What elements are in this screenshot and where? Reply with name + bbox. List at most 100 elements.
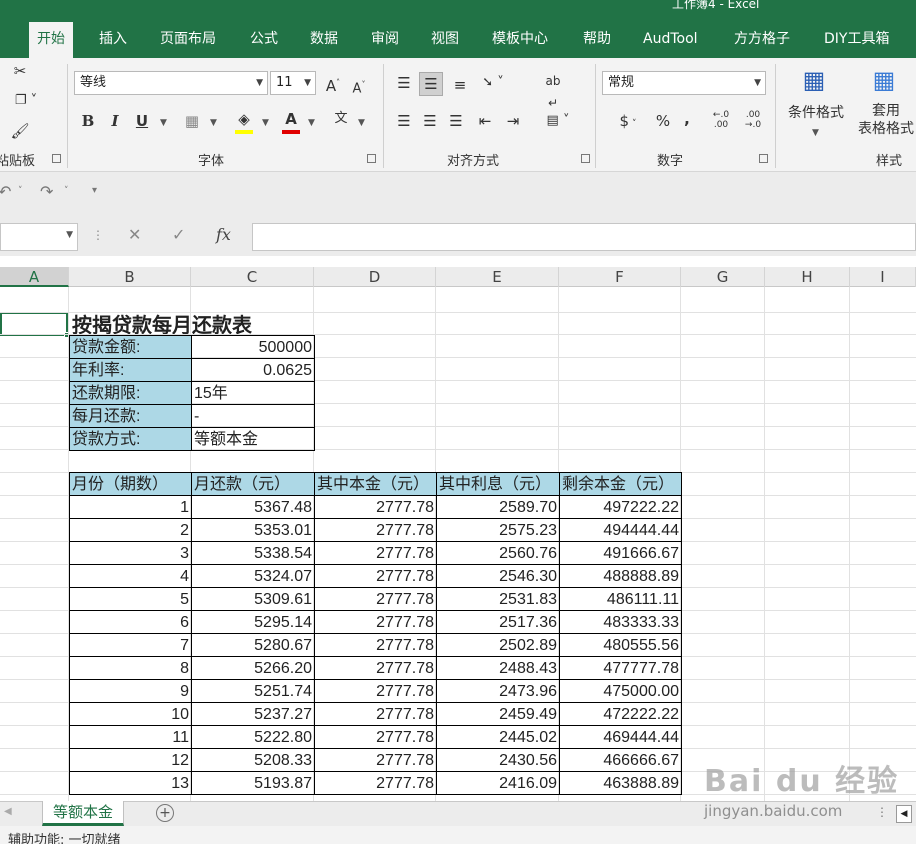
table-cell[interactable]: 2575.23 — [436, 518, 560, 542]
tab-scroll-left-icon[interactable]: ◀ — [4, 806, 12, 817]
info-label[interactable]: 贷款方式: — [69, 427, 192, 451]
cell-area[interactable]: 按揭贷款每月还款表 贷款金额: 500000 年利率: 0.0625 还款期限: 15年每… — [0, 287, 916, 801]
table-cell[interactable]: 2445.02 — [436, 725, 560, 749]
table-cell[interactable]: 2777.78 — [314, 679, 437, 703]
info-label[interactable]: 每月还款: — [69, 404, 192, 428]
table-cell[interactable]: 9 — [69, 679, 192, 703]
table-cell[interactable]: 2502.89 — [436, 633, 560, 657]
align-launcher-icon[interactable] — [581, 154, 590, 163]
phonetic-button[interactable]: 文 — [330, 108, 352, 130]
align-left-icon[interactable]: ☰ — [393, 110, 415, 132]
percent-button[interactable]: % — [652, 110, 674, 132]
name-box[interactable]: ▼ — [0, 223, 78, 251]
sheet-tab-active[interactable]: 等额本金 — [42, 801, 125, 826]
column-header-c[interactable]: C — [191, 267, 314, 287]
accessibility-status[interactable]: 辅助功能: 一切就绪 — [8, 829, 121, 844]
table-cell[interactable]: 2777.78 — [314, 518, 437, 542]
column-header-b[interactable]: B — [69, 267, 191, 287]
cancel-icon[interactable]: ✕ — [128, 225, 141, 244]
table-cell[interactable]: 2777.78 — [314, 702, 437, 726]
info-value[interactable]: 0.0625 — [191, 358, 315, 382]
column-header-h[interactable]: H — [765, 267, 850, 287]
italic-button[interactable]: I — [106, 110, 124, 132]
column-header-f[interactable]: F — [559, 267, 681, 287]
fill-color-icon[interactable]: ◈ — [232, 108, 256, 134]
table-cell[interactable]: 486111.11 — [559, 587, 682, 611]
table-cell[interactable]: 2560.76 — [436, 541, 560, 565]
chevron-down-icon[interactable]: ˅ — [64, 186, 69, 196]
conditional-format-button[interactable]: 条件格式 — [784, 102, 848, 124]
table-cell[interactable]: 2777.78 — [314, 610, 437, 634]
chevron-down-icon[interactable]: ▼ — [358, 118, 365, 128]
table-cell[interactable]: 2777.78 — [314, 725, 437, 749]
copy-icon[interactable]: ❐ ˅ — [8, 90, 44, 112]
table-format-icon[interactable]: ▦ — [868, 64, 900, 96]
table-cell[interactable]: 2777.78 — [314, 633, 437, 657]
table-cell[interactable]: 2430.56 — [436, 748, 560, 772]
table-cell[interactable]: 5338.54 — [191, 541, 315, 565]
table-cell[interactable]: 3 — [69, 541, 192, 565]
table-cell[interactable]: 2517.36 — [436, 610, 560, 634]
table-cell[interactable]: 5193.87 — [191, 771, 315, 795]
table-header[interactable]: 月还款（元） — [191, 472, 315, 496]
table-cell[interactable]: 463888.89 — [559, 771, 682, 795]
redo-icon[interactable]: ↷ — [40, 182, 53, 201]
chevron-down-icon[interactable]: ▼ — [160, 118, 167, 128]
table-cell[interactable]: 6 — [69, 610, 192, 634]
table-cell[interactable]: 5 — [69, 587, 192, 611]
table-cell[interactable]: 2777.78 — [314, 541, 437, 565]
table-header[interactable]: 剩余本金（元） — [559, 472, 682, 496]
table-cell[interactable]: 11 — [69, 725, 192, 749]
chevron-down-icon[interactable]: ▼ — [262, 118, 269, 128]
increase-indent-icon[interactable]: ⇥ — [502, 110, 524, 132]
table-cell[interactable]: 5251.74 — [191, 679, 315, 703]
table-cell[interactable]: 5237.27 — [191, 702, 315, 726]
decrease-font-button[interactable]: A˅ — [348, 74, 370, 100]
table-cell[interactable]: 483333.33 — [559, 610, 682, 634]
column-header-g[interactable]: G — [681, 267, 765, 287]
table-cell[interactable]: 5280.67 — [191, 633, 315, 657]
table-cell[interactable]: 12 — [69, 748, 192, 772]
align-top-icon[interactable]: ☰ — [393, 72, 415, 94]
column-header-e[interactable]: E — [436, 267, 559, 287]
align-bottom-icon[interactable]: ≡ — [449, 74, 471, 96]
clipboard-launcher-icon[interactable] — [52, 154, 61, 163]
table-cell[interactable]: 7 — [69, 633, 192, 657]
align-center-icon[interactable]: ☰ — [419, 110, 441, 132]
table-cell[interactable]: 2777.78 — [314, 748, 437, 772]
tab-view[interactable]: 视图 — [423, 22, 467, 58]
table-header[interactable]: 其中利息（元） — [436, 472, 560, 496]
font-name-select[interactable]: 等线 ▼ — [74, 71, 268, 95]
customize-qat-icon[interactable]: ▾ — [92, 185, 97, 196]
table-cell[interactable]: 4 — [69, 564, 192, 588]
table-cell[interactable]: 8 — [69, 656, 192, 680]
merge-center-icon[interactable]: ▤ ˅ — [540, 110, 576, 132]
table-cell[interactable]: 5309.61 — [191, 587, 315, 611]
info-value[interactable]: 500000 — [191, 335, 315, 359]
align-right-icon[interactable]: ☰ — [445, 110, 467, 132]
table-cell[interactable]: 5324.07 — [191, 564, 315, 588]
comma-button[interactable]: , — [680, 108, 694, 130]
number-format-select[interactable]: 常规 ▼ — [602, 71, 766, 95]
table-cell[interactable]: 2 — [69, 518, 192, 542]
enter-icon[interactable]: ✓ — [172, 225, 185, 244]
font-size-select[interactable]: 11 ▼ — [270, 71, 316, 95]
table-cell[interactable]: 2473.96 — [436, 679, 560, 703]
table-cell[interactable]: 5266.20 — [191, 656, 315, 680]
table-cell[interactable]: 480555.56 — [559, 633, 682, 657]
table-cell[interactable]: 2488.43 — [436, 656, 560, 680]
wrap-text-icon[interactable]: ab ↵ — [542, 70, 564, 114]
table-cell[interactable]: 2416.09 — [436, 771, 560, 795]
column-header-d[interactable]: D — [314, 267, 436, 287]
tab-fangfang[interactable]: 方方格子 — [726, 22, 798, 58]
font-launcher-icon[interactable] — [367, 154, 376, 163]
table-cell[interactable]: 5208.33 — [191, 748, 315, 772]
tab-audtool[interactable]: AudTool — [635, 22, 706, 58]
chevron-down-icon[interactable]: ▼ — [210, 118, 217, 128]
table-cell[interactable]: 2531.83 — [436, 587, 560, 611]
table-cell[interactable]: 5222.80 — [191, 725, 315, 749]
table-cell[interactable]: 2777.78 — [314, 587, 437, 611]
formula-input[interactable] — [252, 223, 916, 251]
tab-home[interactable]: 开始 — [29, 22, 73, 58]
table-cell[interactable]: 477777.78 — [559, 656, 682, 680]
